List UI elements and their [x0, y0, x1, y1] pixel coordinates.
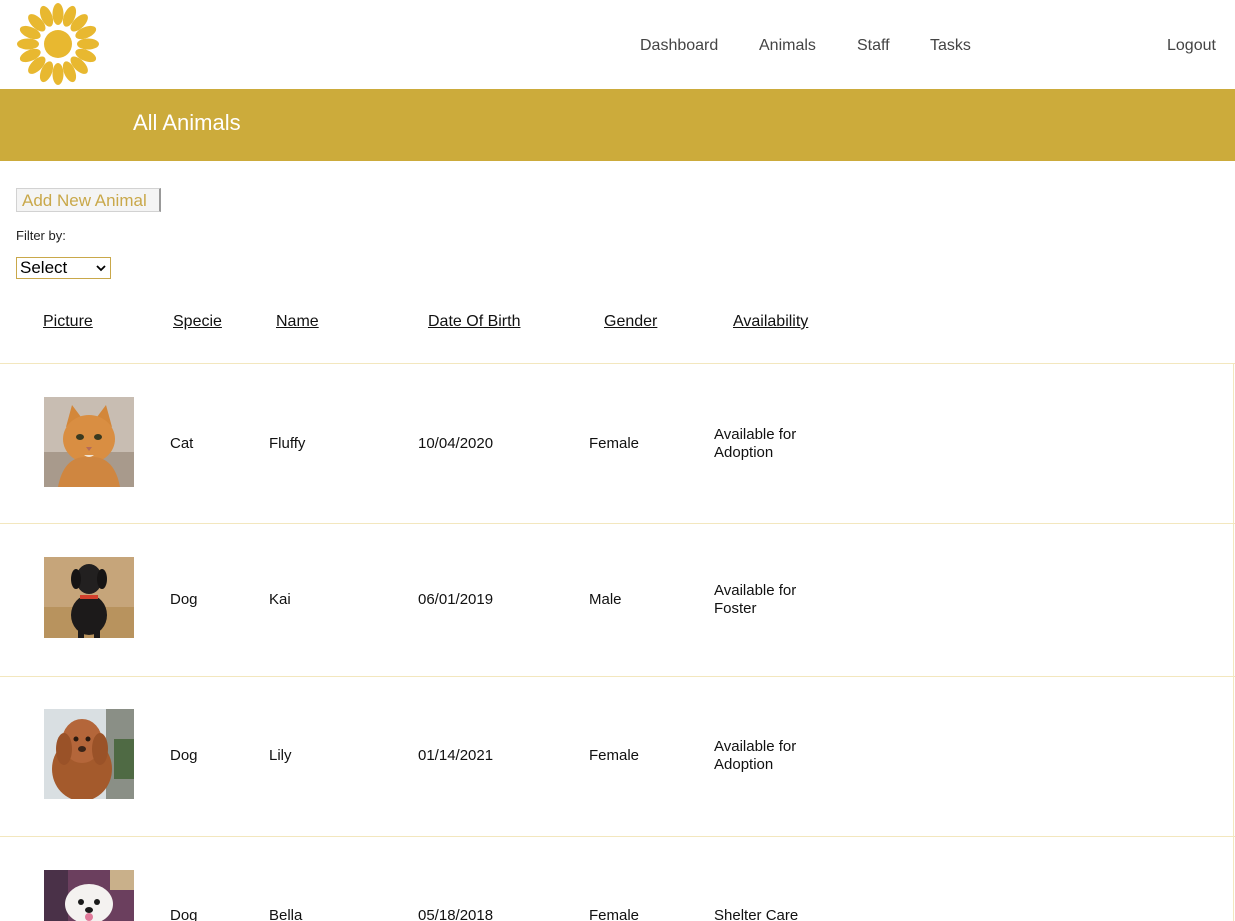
table-border	[1233, 363, 1234, 921]
column-header-name[interactable]: Name	[276, 313, 319, 331]
availability-line: Shelter Care	[714, 907, 799, 921]
availability-cell: Available for Foster	[714, 582, 796, 618]
nav-link-dashboard[interactable]: Dashboard	[640, 37, 718, 55]
nav-link-animals[interactable]: Animals	[759, 37, 816, 55]
gender-cell: Female	[589, 907, 640, 921]
availability-line: Adoption	[714, 444, 774, 461]
nav-link-tasks[interactable]: Tasks	[930, 37, 971, 55]
availability-cell: Available for Adoption	[714, 738, 796, 774]
column-header-date-of-birth[interactable]: Date Of Birth	[428, 313, 520, 331]
availability-line: Adoption	[714, 756, 774, 773]
availability-line: Available for	[714, 738, 797, 755]
dob-cell: 10/04/2020	[418, 435, 494, 452]
gender-cell: Female	[589, 747, 640, 764]
name-cell: Lily	[269, 747, 292, 764]
filter-selected-value: Select	[20, 258, 68, 277]
chevron-down-icon	[96, 265, 106, 272]
table-divider	[0, 523, 1235, 524]
animal-photo-cat[interactable]	[44, 397, 134, 487]
dob-cell: 06/01/2019	[418, 591, 494, 608]
name-cell: Kai	[269, 591, 291, 608]
dob-cell: 05/18/2018	[418, 907, 494, 921]
filter-select[interactable]: Select	[16, 257, 111, 279]
column-header-availability[interactable]: Availability	[733, 313, 808, 331]
add-new-animal-button[interactable]: Add New Animal	[16, 188, 161, 212]
specie-cell: Dog	[170, 747, 198, 764]
animal-photo-dog[interactable]	[44, 870, 134, 921]
availability-line: Available for	[714, 426, 797, 443]
availability-cell: Shelter Care	[714, 907, 798, 921]
filter-label: Filter by:	[16, 228, 66, 243]
availability-cell: Available for Adoption	[714, 426, 796, 462]
nav-link-staff[interactable]: Staff	[857, 37, 890, 55]
gender-cell: Male	[589, 591, 622, 608]
name-cell: Bella	[269, 907, 303, 921]
top-navbar: Dashboard Animals Staff Tasks Logout	[0, 0, 1235, 89]
dob-cell: 01/14/2021	[418, 747, 494, 764]
table-divider	[0, 676, 1235, 677]
specie-cell: Dog	[170, 907, 198, 921]
column-header-picture[interactable]: Picture	[43, 313, 93, 331]
logout-link[interactable]: Logout	[1167, 37, 1216, 55]
specie-cell: Cat	[170, 435, 194, 452]
sunflower-logo-icon[interactable]	[16, 2, 100, 86]
name-cell: Fluffy	[269, 435, 306, 452]
page-title: All Animals	[133, 110, 241, 135]
specie-cell: Dog	[170, 591, 198, 608]
column-header-gender[interactable]: Gender	[604, 313, 657, 331]
animal-photo-dog[interactable]	[44, 557, 134, 638]
availability-line: Foster	[714, 600, 757, 617]
availability-line: Available for	[714, 582, 797, 599]
table-divider	[0, 363, 1235, 364]
page-banner: All Animals	[0, 89, 1235, 161]
gender-cell: Female	[589, 435, 640, 452]
table-divider	[0, 836, 1235, 837]
column-header-specie[interactable]: Specie	[173, 313, 222, 331]
animal-photo-dog[interactable]	[44, 709, 134, 799]
